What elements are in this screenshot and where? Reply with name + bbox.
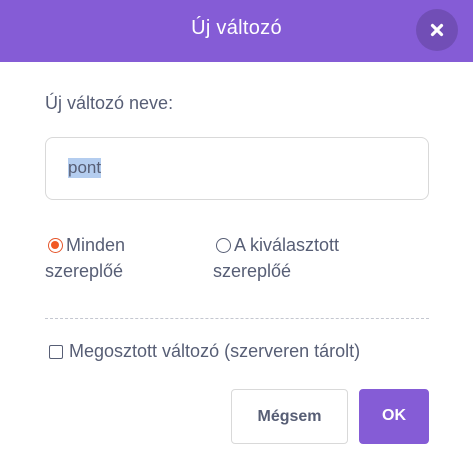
cloud-variable-label: Megosztott változó (szerveren tárolt) [69, 341, 361, 361]
dialog-header: Új változó [0, 0, 473, 62]
variable-name-label: Új változó neve: [45, 93, 174, 113]
divider [45, 318, 429, 319]
new-variable-dialog: Új változó Új változó neve: pont Minden … [0, 0, 473, 467]
radio-label-line1: Minden [66, 235, 126, 255]
radio-selected-icon[interactable] [48, 237, 63, 253]
dialog-title: Új változó [191, 17, 282, 39]
radio-for-this-sprite[interactable]: A kiválasztott szereplőé [213, 232, 393, 284]
radio-label-line1: A kiválasztott [234, 235, 340, 255]
radio-unselected-icon[interactable] [216, 237, 231, 253]
radio-for-all-sprites[interactable]: Minden szereplőé [45, 232, 195, 284]
ok-button[interactable]: OK [359, 389, 429, 444]
variable-name-input[interactable]: pont [45, 137, 429, 200]
radio-label-line2: szereplőé [45, 261, 124, 281]
close-button[interactable] [416, 9, 458, 51]
cancel-button[interactable]: Mégsem [231, 389, 348, 444]
variable-name-value[interactable]: pont [68, 158, 102, 178]
cloud-variable-option[interactable]: Megosztott változó (szerveren tárolt) [49, 341, 360, 362]
checkbox-icon[interactable] [49, 344, 63, 359]
radio-label-line2: szereplőé [213, 261, 292, 281]
close-icon [430, 23, 444, 37]
